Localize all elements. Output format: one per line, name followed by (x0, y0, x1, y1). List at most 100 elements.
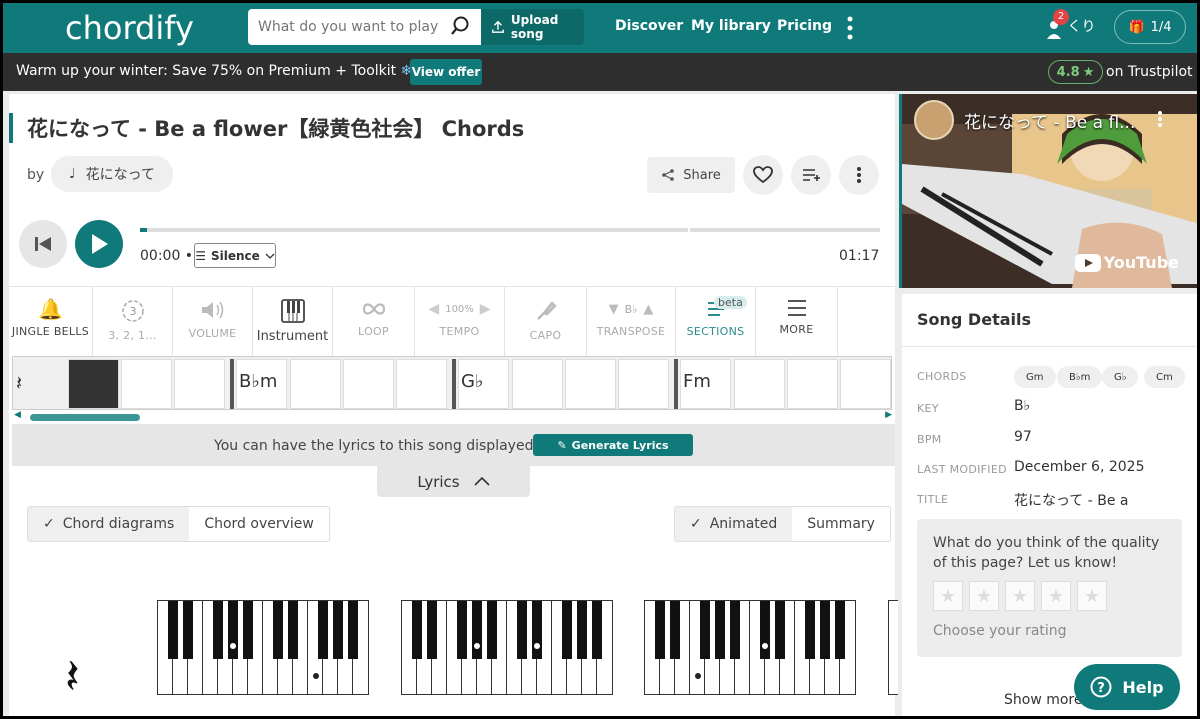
favorite-button[interactable] (743, 155, 783, 195)
more-vertical-icon[interactable] (1157, 110, 1163, 128)
star-1-icon[interactable]: ★ (933, 581, 963, 611)
chordify-logo[interactable]: chordify (65, 9, 194, 47)
nav-discover[interactable]: Discover (615, 18, 683, 34)
view-offer-button[interactable]: View offer (410, 59, 482, 85)
help-button[interactable]: ? Help (1074, 664, 1180, 710)
beat-cell[interactable] (512, 359, 563, 409)
scroll-thumb[interactable] (30, 414, 140, 421)
title-value: 花になって - Be a (1014, 493, 1129, 509)
beat-cell[interactable] (290, 359, 341, 409)
chord-timeline[interactable]: 𝄽 B♭m G♭ Fm (12, 356, 892, 410)
tool-jingle-bells[interactable]: 🔔 JINGLE BELLS (9, 287, 93, 357)
share-label: Share (683, 167, 721, 183)
summary-tab[interactable]: Summary (792, 507, 890, 541)
generate-lyrics-button[interactable]: ✎ Generate Lyrics (533, 434, 693, 456)
search-box[interactable] (248, 9, 481, 45)
playback-mode-select[interactable]: ☰ Silence (194, 243, 276, 268)
beat-cell[interactable] (618, 359, 669, 409)
beat-cell[interactable] (787, 359, 838, 409)
star-4-icon[interactable]: ★ (1041, 581, 1071, 611)
scroll-left-icon[interactable]: ◀ (14, 410, 21, 420)
tool-sections[interactable]: beta SECTIONS (676, 287, 756, 357)
upload-song-button[interactable]: Upload song (481, 9, 584, 45)
key-label: KEY (917, 402, 939, 415)
video-player[interactable]: 花になって - Be a fl... YouTube (899, 94, 1197, 288)
black-key (273, 601, 283, 659)
share-button[interactable]: Share (647, 157, 735, 193)
beat-cell[interactable] (734, 359, 785, 409)
bar-line (452, 359, 456, 409)
black-key (775, 601, 785, 659)
music-note-icon: ♩ (69, 166, 76, 182)
tool-tempo[interactable]: ◀ 100% ▶ TEMPO (415, 287, 505, 357)
mode-label: Silence (210, 248, 260, 263)
beat-cell[interactable] (174, 359, 225, 409)
piano-diagram-partial (888, 600, 898, 695)
chord-pill[interactable]: B♭m (1057, 366, 1103, 388)
black-key (835, 601, 845, 659)
svg-text:?: ? (1098, 681, 1106, 696)
play-button[interactable] (75, 220, 123, 268)
tool-volume[interactable]: VOLUME (173, 287, 253, 357)
timeline-scrollbar[interactable]: ◀ ▶ (12, 410, 892, 422)
beat-cell[interactable] (121, 359, 172, 409)
youtube-logo[interactable]: YouTube (1074, 253, 1179, 272)
star-3-icon[interactable]: ★ (1005, 581, 1035, 611)
user-menu[interactable]: 2 くり (1045, 9, 1095, 41)
black-key (562, 601, 572, 659)
current-time: 00:00 • (140, 248, 194, 264)
search-input[interactable] (248, 9, 438, 45)
artist-name: 花になって (85, 167, 155, 183)
heart-icon (753, 166, 773, 184)
progress-fill (140, 228, 148, 232)
beat-cell-current[interactable] (68, 359, 119, 409)
previous-button[interactable] (19, 220, 67, 268)
last-modified-value: December 6, 2025 (1014, 459, 1145, 475)
chords-label: CHORDS (917, 370, 967, 383)
tool-countdown[interactable]: 3 3, 2, 1... (93, 287, 173, 357)
beat-cell[interactable] (343, 359, 394, 409)
promo-text: Warm up your winter: Save 75% on Premium… (16, 63, 434, 79)
song-more-button[interactable] (839, 155, 879, 195)
black-key (333, 601, 343, 659)
scroll-right-icon[interactable]: ▶ (885, 410, 892, 420)
transpose-key: B♭ (624, 302, 638, 316)
chord-overview-tab[interactable]: Chord overview (189, 507, 329, 541)
chord-pill[interactable]: Cm (1144, 366, 1185, 388)
star-2-icon[interactable]: ★ (969, 581, 999, 611)
show-more-link[interactable]: Show more (1004, 692, 1083, 708)
tool-loop[interactable]: LOOP (333, 287, 415, 357)
tool-more[interactable]: MORE (756, 287, 838, 357)
notification-badge: 2 (1053, 9, 1069, 25)
tool-instrument[interactable]: Instrument (253, 287, 333, 357)
beat-cell[interactable] (396, 359, 447, 409)
tool-transpose[interactable]: ▼ B♭ ▲ TRANSPOSE (587, 287, 676, 357)
beat-cell[interactable] (565, 359, 616, 409)
title-label: TITLE (917, 493, 949, 506)
display-mode-toggle: ✓ Animated Summary (674, 506, 891, 542)
search-icon[interactable] (449, 15, 471, 37)
tool-capo[interactable]: CAPO (505, 287, 587, 357)
star-5-icon[interactable]: ★ (1077, 581, 1107, 611)
animated-tab[interactable]: ✓ Animated (675, 507, 793, 541)
nav-pricing[interactable]: Pricing (777, 18, 832, 34)
trustpilot-label[interactable]: on Trustpilot (1106, 64, 1193, 80)
artist-chip[interactable]: ♩ 花になって (51, 156, 173, 192)
chord-label: Fm (683, 371, 711, 392)
lyrics-banner: You can have the lyrics to this song dis… (12, 424, 895, 466)
gift-counter[interactable]: 🎁 1/4 (1114, 10, 1186, 44)
note-dot (762, 643, 768, 649)
feedback-question: What do you think of the quality of this… (933, 535, 1160, 571)
chord-pill[interactable]: Gm (1014, 366, 1056, 388)
playback-progress[interactable] (140, 228, 880, 232)
beat-cell[interactable] (840, 359, 891, 409)
video-title[interactable]: 花になって - Be a fl... (964, 108, 1135, 133)
channel-avatar[interactable] (914, 100, 954, 140)
more-vertical-icon[interactable] (843, 15, 857, 41)
trustpilot-rating[interactable]: 4.8 ★ (1048, 60, 1103, 84)
chord-diagrams-tab[interactable]: ✓ Chord diagrams (28, 507, 190, 541)
add-to-playlist-button[interactable] (791, 155, 831, 195)
chord-pill[interactable]: G♭ (1102, 366, 1139, 388)
nav-my-library[interactable]: My library (691, 18, 771, 34)
lyrics-toggle[interactable]: Lyrics (377, 466, 530, 497)
